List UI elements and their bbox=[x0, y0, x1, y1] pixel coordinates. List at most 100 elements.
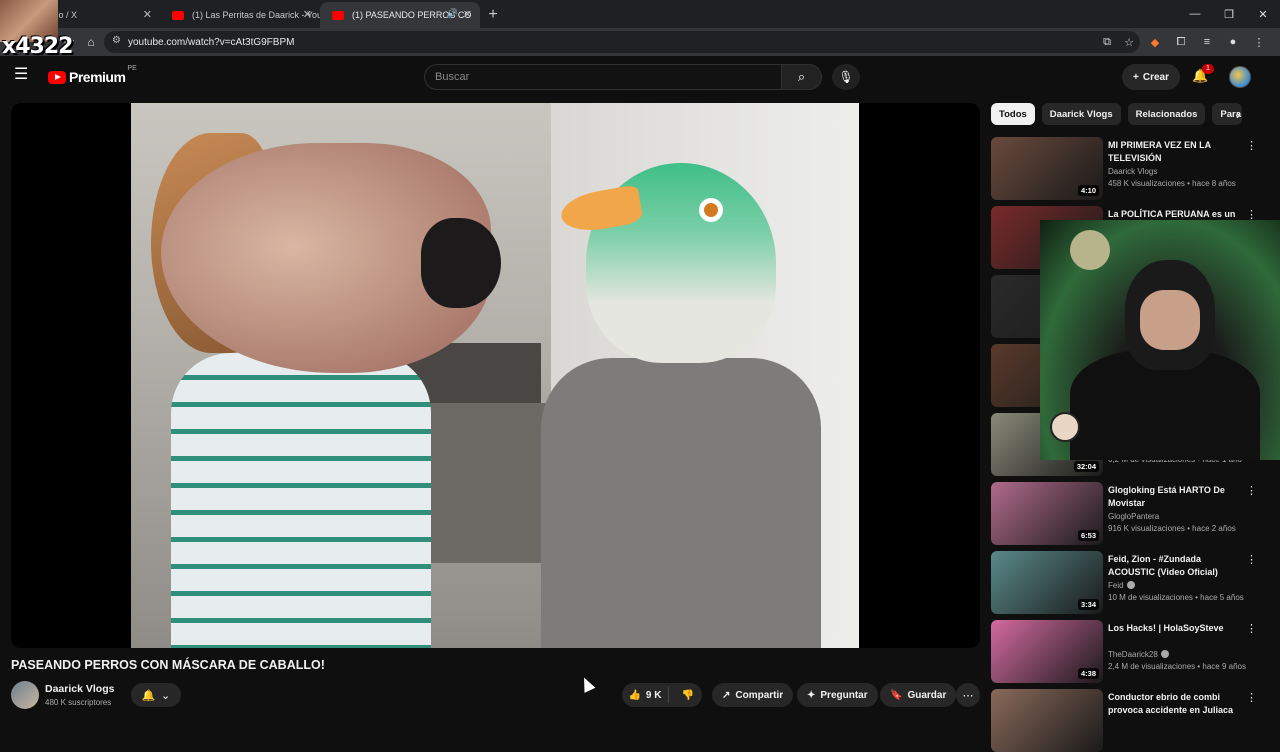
speaker-icon[interactable]: 🔊 bbox=[447, 8, 458, 19]
recommendation-meta: 2,4 M de visualizaciones • hace 9 años bbox=[1108, 662, 1246, 671]
browser-tab-bar: 5) Inicio / X ✕ (1) Las Perritas de Daar… bbox=[0, 0, 1280, 28]
recommendation-item[interactable]: 3:34 Feid, Zion - #Zundada ACOUSTIC (Vide… bbox=[991, 551, 1271, 614]
recommendation-item[interactable]: 4:10 MI PRIMERA VEZ EN LA TELEVISIÓN ⋮ Daar… bbox=[991, 137, 1271, 200]
mouse-cursor bbox=[578, 675, 596, 693]
dislike-button[interactable]: 👎 bbox=[674, 690, 702, 701]
kebab-menu-icon[interactable]: ⋮ bbox=[1246, 139, 1257, 152]
chevron-right-icon[interactable]: › bbox=[1236, 107, 1240, 122]
duration-badge: 6:53 bbox=[1077, 530, 1099, 541]
video-thumbnail[interactable]: 4:10 bbox=[991, 137, 1103, 200]
restore-icon[interactable]: ❐ bbox=[1212, 0, 1246, 28]
window-controls: — ❐ ✕ bbox=[1178, 0, 1280, 28]
recommendation-title[interactable]: Feid, Zion - #Zundada ACOUSTIC (Video Of… bbox=[1108, 553, 1248, 579]
video-thumbnail[interactable]: 4:38 bbox=[991, 620, 1103, 683]
share-button[interactable]: ↗ Compartir bbox=[712, 683, 794, 707]
video-thumbnail[interactable] bbox=[991, 689, 1103, 752]
recommendation-title[interactable]: Glogloking Está HARTO De Movistar bbox=[1108, 484, 1248, 510]
recommendation-channel[interactable]: TheDaarick28 bbox=[1108, 650, 1169, 659]
search-input[interactable]: Buscar bbox=[424, 64, 782, 90]
close-icon[interactable]: ✕ bbox=[463, 8, 472, 21]
address-bar: ⟳ ⌂ ⚙ youtube.com/watch?v=cAt3tG9FBPM ⧉ … bbox=[0, 28, 1280, 56]
hamburger-menu-icon[interactable]: ☰ bbox=[14, 67, 32, 83]
bookmark-star-icon[interactable]: ☆ bbox=[1118, 36, 1140, 49]
like-button[interactable]: 👍 9 K bbox=[622, 687, 669, 703]
recommendation-meta: 10 M de visualizaciones • hace 5 años bbox=[1108, 593, 1244, 602]
striped-shirt-person bbox=[171, 353, 431, 648]
chevron-down-icon: ⌄ bbox=[161, 689, 171, 702]
kebab-menu-icon[interactable]: ⋮ bbox=[1246, 691, 1257, 704]
install-icon[interactable]: ⧉ bbox=[1096, 36, 1118, 49]
video-thumbnail[interactable]: 3:34 bbox=[991, 551, 1103, 614]
save-button[interactable]: 🔖 Guardar bbox=[880, 683, 957, 707]
search-button[interactable]: ⌕ bbox=[782, 64, 822, 90]
tab-las-perritas[interactable]: (1) Las Perritas de Daarick - You ✕ bbox=[160, 2, 320, 28]
kebab-menu-icon[interactable]: ⋮ bbox=[1246, 553, 1257, 566]
account-avatar[interactable] bbox=[1229, 66, 1251, 88]
youtube-icon bbox=[332, 11, 344, 20]
new-tab-button[interactable]: + bbox=[480, 2, 506, 28]
recommendation-title[interactable]: Conductor ebrio de combi provoca acciden… bbox=[1108, 691, 1248, 717]
gray-sweater-person bbox=[541, 358, 821, 648]
share-group: ↗ Compartir bbox=[712, 683, 794, 707]
home-icon[interactable]: ⌂ bbox=[80, 31, 102, 53]
recommendation-item[interactable]: 4:38 Los Hacks! | HolaSoySteve ⋮ TheDaarick… bbox=[991, 620, 1271, 683]
duration-badge: 4:10 bbox=[1077, 185, 1099, 196]
recommendation-title[interactable]: Los Hacks! | HolaSoySteve bbox=[1108, 622, 1248, 635]
url-text: youtube.com/watch?v=cAt3tG9FBPM bbox=[128, 36, 295, 48]
recommendation-channel[interactable]: GlogloPantera bbox=[1108, 512, 1159, 521]
chip-todos[interactable]: Todos bbox=[991, 103, 1035, 125]
youtube-header: ☰ Premium PE Buscar ⌕ 🎙 + Crear 🔔 1 bbox=[0, 56, 1280, 98]
recommendation-item[interactable]: 6:53 Glogloking Está HARTO De Movistar ⋮ Gl… bbox=[991, 482, 1271, 545]
omnibox[interactable]: ⚙ youtube.com/watch?v=cAt3tG9FBPM ⧉ ☆ bbox=[104, 31, 1140, 53]
channel-name[interactable]: Daarick Vlogs bbox=[45, 683, 114, 695]
close-window-icon[interactable]: ✕ bbox=[1246, 0, 1280, 28]
webcam-light bbox=[1070, 230, 1110, 270]
search-placeholder: Buscar bbox=[435, 71, 470, 83]
subscriber-count: 480 K suscriptores bbox=[45, 698, 112, 707]
channel-label: GlogloPantera bbox=[1108, 512, 1160, 521]
subscription-bell-button[interactable]: 🔔 ⌄ bbox=[131, 683, 181, 707]
kebab-menu-icon[interactable]: ⋮ bbox=[1246, 622, 1257, 635]
share-icon: ↗ bbox=[722, 689, 731, 701]
logo-country: PE bbox=[127, 65, 137, 72]
close-icon[interactable]: ✕ bbox=[303, 8, 312, 21]
profile-icon[interactable]: ● bbox=[1220, 36, 1246, 48]
ask-button[interactable]: ✦ Preguntar bbox=[797, 683, 878, 707]
verified-check-icon bbox=[1126, 581, 1135, 589]
video-thumbnail[interactable]: 6:53 bbox=[991, 482, 1103, 545]
notifications-badge: 1 bbox=[1202, 64, 1214, 74]
extension-icon[interactable]: ◆ bbox=[1142, 36, 1168, 49]
create-button[interactable]: + Crear bbox=[1122, 64, 1180, 90]
recommendation-item[interactable]: Conductor ebrio de combi provoca acciden… bbox=[991, 689, 1271, 752]
puzzle-icon[interactable]: ⧠ bbox=[1168, 36, 1194, 49]
kebab-menu-icon[interactable]: ⋮ bbox=[1246, 484, 1257, 497]
chip-relacionados[interactable]: Relacionados bbox=[1127, 103, 1206, 125]
bird-mask-eye bbox=[699, 198, 723, 222]
chip-daarick-vlogs[interactable]: Daarick Vlogs bbox=[1041, 103, 1121, 125]
microphone-icon: 🎙 bbox=[838, 70, 854, 84]
video-frame bbox=[131, 103, 859, 648]
channel-avatar[interactable] bbox=[11, 681, 39, 709]
recommendation-title[interactable]: MI PRIMERA VEZ EN LA TELEVISIÓN bbox=[1108, 139, 1248, 165]
recommendation-channel[interactable]: Daarick Vlogs bbox=[1108, 167, 1157, 176]
plus-icon: + bbox=[1133, 71, 1139, 83]
more-actions-button[interactable]: ⋯ bbox=[956, 683, 980, 707]
video-player[interactable] bbox=[11, 103, 980, 648]
youtube-premium-logo[interactable]: Premium PE bbox=[48, 65, 137, 85]
kebab-menu-icon[interactable]: ⋮ bbox=[1246, 36, 1272, 49]
site-info-icon[interactable]: ⚙ bbox=[112, 35, 121, 46]
youtube-icon bbox=[172, 11, 184, 20]
channel-label: Feid bbox=[1108, 581, 1124, 590]
ellipsis-icon: ⋯ bbox=[962, 689, 974, 702]
minimize-icon[interactable]: — bbox=[1178, 0, 1212, 28]
voice-search-button[interactable]: 🎙 bbox=[832, 64, 860, 90]
recommendation-meta: 916 K visualizaciones • hace 2 años bbox=[1108, 524, 1236, 533]
tab-paseando-perros[interactable]: (1) PASEANDO PERROS CO 🔊 ✕ bbox=[320, 2, 480, 28]
search-icon: ⌕ bbox=[797, 69, 806, 84]
media-icon[interactable]: ≡ bbox=[1194, 36, 1220, 48]
like-dislike-pill: 👍 9 K 👎 bbox=[622, 683, 702, 707]
duration-badge: 3:34 bbox=[1077, 599, 1099, 610]
recommendation-channel[interactable]: Feid bbox=[1108, 581, 1135, 590]
filter-chips: Todos Daarick Vlogs Relacionados Para bbox=[991, 103, 1243, 125]
close-icon[interactable]: ✕ bbox=[143, 8, 152, 21]
